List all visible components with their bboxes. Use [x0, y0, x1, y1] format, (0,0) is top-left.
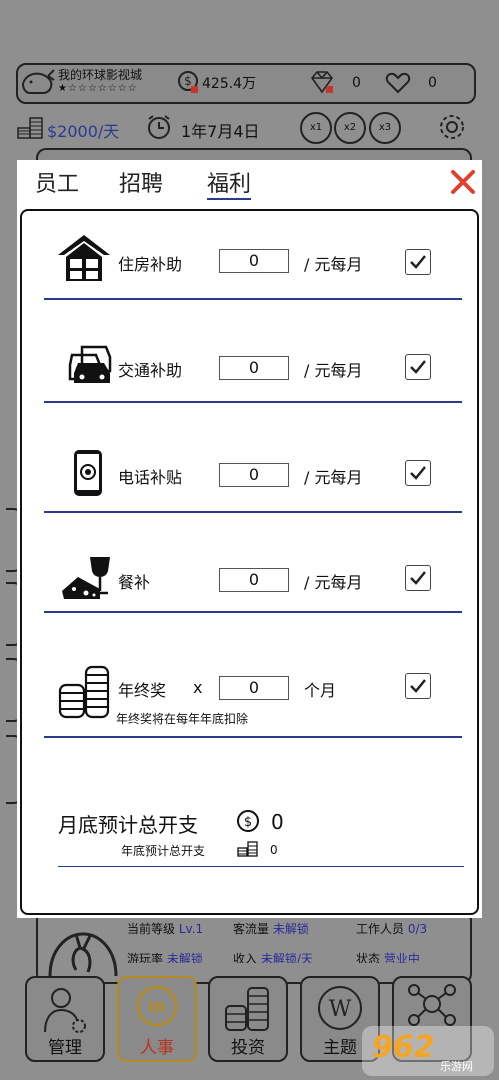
meal-amount-input[interactable]: 0	[219, 568, 289, 592]
money-icon: $	[178, 71, 198, 93]
studio-name: 我的环球影视城	[58, 68, 143, 82]
income-stat: 收入 未解锁/天	[233, 952, 313, 963]
manager-icon	[44, 988, 86, 1033]
row-divider	[44, 298, 462, 300]
tab-staff[interactable]: 员工	[35, 166, 79, 198]
coin-stack-icon	[17, 117, 43, 139]
tab-welfare[interactable]: 福利	[207, 166, 252, 200]
speed-x2-button[interactable]: x2	[334, 112, 366, 144]
meal-checkbox[interactable]	[405, 565, 431, 591]
invest-coins-icon	[225, 987, 269, 1031]
transport-amount-input[interactable]: 0	[219, 356, 289, 380]
monthly-total-label: 月底预计总开支	[58, 813, 198, 837]
housing-unit: / 元每月	[304, 255, 363, 274]
network-icon	[408, 984, 456, 1026]
linkedin-icon: in	[136, 985, 178, 1027]
housing-checkbox[interactable]	[405, 249, 431, 275]
nav-hr-button[interactable]: in 人事	[117, 976, 197, 1062]
tab-recruit[interactable]: 招聘	[119, 166, 163, 198]
money-amount: 425.4万	[202, 76, 257, 92]
transport-label: 交通补助	[118, 361, 183, 380]
dollar-icon: $	[237, 810, 259, 832]
nav-manage-label: 管理	[48, 1038, 82, 1058]
traffic-stat: 客流量 未解锁	[233, 922, 309, 936]
daily-cost: $2000/天	[47, 122, 120, 141]
housing-amount-input[interactable]: 0	[219, 249, 289, 273]
gem-count: 0	[352, 75, 361, 91]
state-stat: 状态 营业中	[356, 952, 420, 963]
check-icon	[410, 360, 426, 374]
check-icon	[410, 679, 426, 693]
yearly-total-label: 年底预计总开支	[121, 844, 206, 858]
bonus-note: 年终奖将在每年年底扣除	[116, 712, 249, 726]
nav-manage-button[interactable]: 管理	[25, 976, 105, 1062]
coins-icon	[58, 665, 110, 719]
cars-icon	[68, 345, 112, 383]
row-divider	[44, 736, 462, 738]
bonus-multiplier: x	[193, 678, 203, 697]
svg-text:W: W	[329, 997, 352, 1022]
speed-x1-button[interactable]: x1	[300, 112, 332, 144]
whale-icon	[21, 69, 55, 94]
row-divider	[44, 611, 462, 613]
small-coins-icon	[237, 841, 258, 857]
phone-amount-input[interactable]: 0	[219, 463, 289, 487]
close-icon[interactable]	[449, 168, 477, 196]
settings-gear-icon[interactable]	[436, 111, 468, 143]
staff-stat: 工作人员 0/3	[356, 922, 428, 936]
yearly-total-value: 0	[270, 843, 278, 857]
phone-checkbox[interactable]	[405, 460, 431, 486]
check-icon	[410, 255, 426, 269]
svg-text:in: in	[149, 997, 166, 1016]
nav-invest-label: 投资	[231, 1038, 265, 1058]
game-date: 1年7月4日	[181, 122, 260, 141]
watermark-number: 962	[372, 1030, 435, 1065]
studio-rating: ★☆☆☆☆☆☆☆	[58, 83, 138, 94]
bonus-label: 年终奖	[118, 681, 167, 700]
phone-icon	[74, 450, 102, 496]
level-stat: 当前等级 Lv.1	[127, 922, 204, 936]
heart-icon	[385, 72, 411, 94]
play-rate-stat: 游玩率 未解锁	[127, 952, 203, 963]
welfare-dialog: 员工 招聘 福利 住房补助 0 / 元每月 交通补助 0 / 元每月 电话补贴 …	[17, 160, 482, 918]
welfare-panel: 住房补助 0 / 元每月 交通补助 0 / 元每月 电话补贴 0 / 元每月 餐…	[20, 209, 479, 915]
wordpress-icon: W	[318, 986, 362, 1030]
nav-hr-label: 人事	[140, 1038, 174, 1058]
alarm-clock-icon	[148, 115, 170, 139]
speed-x3-button[interactable]: x3	[369, 112, 401, 144]
bonus-unit: 个月	[304, 681, 337, 700]
transport-checkbox[interactable]	[405, 354, 431, 380]
check-icon	[410, 466, 426, 480]
gem-icon	[310, 71, 334, 94]
watermark-text: 乐游网	[440, 1060, 473, 1073]
heart-count: 0	[428, 75, 437, 91]
transport-unit: / 元每月	[304, 361, 363, 380]
housing-label: 住房补助	[118, 255, 183, 274]
phone-label: 电话补贴	[118, 468, 183, 487]
check-icon	[410, 571, 426, 585]
svg-text:$: $	[184, 74, 192, 88]
svg-text:$: $	[244, 815, 252, 830]
monthly-total-value: 0	[271, 810, 284, 834]
nav-invest-button[interactable]: 投资	[208, 976, 288, 1062]
meal-unit: / 元每月	[304, 573, 363, 592]
row-divider	[44, 511, 462, 513]
bonus-months-input[interactable]: 0	[219, 676, 289, 700]
meal-label: 餐补	[118, 573, 151, 592]
dialog-tabs: 员工 招聘 福利	[17, 160, 482, 204]
bonus-checkbox[interactable]	[405, 673, 431, 699]
house-icon	[58, 235, 110, 281]
summary-divider	[58, 866, 464, 867]
meal-icon	[62, 557, 110, 599]
row-divider	[44, 401, 462, 403]
rabbit-icon	[48, 932, 118, 976]
phone-unit: / 元每月	[304, 468, 363, 487]
